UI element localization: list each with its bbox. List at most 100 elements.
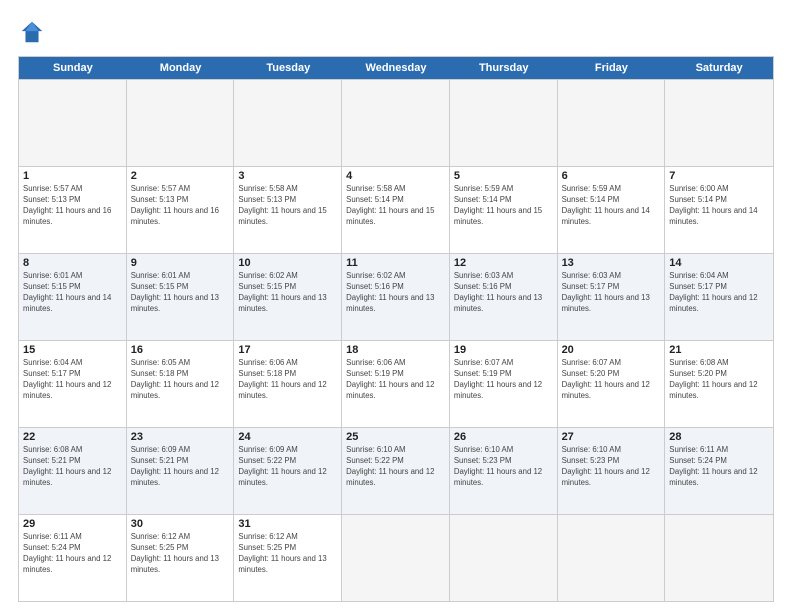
day-number: 22 <box>23 431 122 443</box>
calendar-cell-w1-d3: 4 Sunrise: 5:58 AMSunset: 5:14 PMDaylight… <box>342 167 450 253</box>
calendar-cell-w4-d2: 24 Sunrise: 6:09 AMSunset: 5:22 PMDayligh… <box>234 428 342 514</box>
day-detail: Sunrise: 6:04 AMSunset: 5:17 PMDaylight:… <box>669 271 769 315</box>
day-number: 16 <box>131 344 230 356</box>
calendar-cell-w1-d6: 7 Sunrise: 6:00 AMSunset: 5:14 PMDaylight… <box>665 167 773 253</box>
calendar-cell-w5-d1: 30 Sunrise: 6:12 AMSunset: 5:25 PMDayligh… <box>127 515 235 601</box>
calendar-cell-w2-d4: 12 Sunrise: 6:03 AMSunset: 5:16 PMDayligh… <box>450 254 558 340</box>
calendar-cell-w5-d3 <box>342 515 450 601</box>
calendar-cell-w2-d3: 11 Sunrise: 6:02 AMSunset: 5:16 PMDayligh… <box>342 254 450 340</box>
calendar-week-3: 15 Sunrise: 6:04 AMSunset: 5:17 PMDayligh… <box>19 340 773 427</box>
day-number: 4 <box>346 170 445 182</box>
day-detail: Sunrise: 6:00 AMSunset: 5:14 PMDaylight:… <box>669 184 769 228</box>
calendar-cell-w4-d3: 25 Sunrise: 6:10 AMSunset: 5:22 PMDayligh… <box>342 428 450 514</box>
header-monday: Monday <box>127 57 235 79</box>
day-detail: Sunrise: 6:08 AMSunset: 5:20 PMDaylight:… <box>669 358 769 402</box>
day-number: 20 <box>562 344 661 356</box>
day-detail: Sunrise: 6:02 AMSunset: 5:16 PMDaylight:… <box>346 271 445 315</box>
calendar-cell-w3-d3: 18Sunrise: 6:06 AMSunset: 5:19 PMDayligh… <box>342 341 450 427</box>
day-number: 21 <box>669 344 769 356</box>
day-detail: Sunrise: 6:05 AMSunset: 5:18 PMDaylight:… <box>131 358 230 402</box>
day-number: 17 <box>238 344 337 356</box>
day-number: 12 <box>454 257 553 269</box>
calendar-cell-w2-d0: 8 Sunrise: 6:01 AMSunset: 5:15 PMDaylight… <box>19 254 127 340</box>
day-detail: Sunrise: 6:08 AMSunset: 5:21 PMDaylight:… <box>23 445 122 489</box>
calendar-week-1: 1 Sunrise: 5:57 AMSunset: 5:13 PMDaylight… <box>19 166 773 253</box>
day-number: 13 <box>562 257 661 269</box>
calendar-cell-w3-d2: 17 Sunrise: 6:06 AMSunset: 5:18 PMDayligh… <box>234 341 342 427</box>
calendar-header: Sunday Monday Tuesday Wednesday Thursday… <box>19 57 773 79</box>
day-number: 10 <box>238 257 337 269</box>
header-wednesday: Wednesday <box>342 57 450 79</box>
day-detail: Sunrise: 6:11 AMSunset: 5:24 PMDaylight:… <box>23 532 122 576</box>
day-number: 19 <box>454 344 553 356</box>
calendar-cell-w1-d0: 1 Sunrise: 5:57 AMSunset: 5:13 PMDaylight… <box>19 167 127 253</box>
calendar-cell-w4-d5: 27 Sunrise: 6:10 AMSunset: 5:23 PMDayligh… <box>558 428 666 514</box>
day-detail: Sunrise: 6:11 AMSunset: 5:24 PMDaylight:… <box>669 445 769 489</box>
day-number: 8 <box>23 257 122 269</box>
calendar-cell-w5-d4 <box>450 515 558 601</box>
day-number: 11 <box>346 257 445 269</box>
day-detail: Sunrise: 6:06 AMSunset: 5:18 PMDaylight:… <box>238 358 337 402</box>
header-friday: Friday <box>558 57 666 79</box>
day-number: 29 <box>23 518 122 530</box>
calendar-cell-w5-d0: 29 Sunrise: 6:11 AMSunset: 5:24 PMDayligh… <box>19 515 127 601</box>
day-detail: Sunrise: 6:09 AMSunset: 5:22 PMDaylight:… <box>238 445 337 489</box>
day-detail: Sunrise: 6:09 AMSunset: 5:21 PMDaylight:… <box>131 445 230 489</box>
calendar-cell-w1-d5: 6Sunrise: 5:59 AMSunset: 5:14 PMDaylight… <box>558 167 666 253</box>
calendar-cell-w0-d2 <box>234 80 342 166</box>
calendar-cell-w3-d5: 20Sunrise: 6:07 AMSunset: 5:20 PMDayligh… <box>558 341 666 427</box>
calendar-cell-w4-d1: 23Sunrise: 6:09 AMSunset: 5:21 PMDayligh… <box>127 428 235 514</box>
day-number: 15 <box>23 344 122 356</box>
day-detail: Sunrise: 6:10 AMSunset: 5:22 PMDaylight:… <box>346 445 445 489</box>
calendar-cell-w0-d6 <box>665 80 773 166</box>
header-saturday: Saturday <box>665 57 773 79</box>
day-detail: Sunrise: 6:03 AMSunset: 5:16 PMDaylight:… <box>454 271 553 315</box>
day-number: 7 <box>669 170 769 182</box>
calendar-week-0 <box>19 79 773 166</box>
day-number: 26 <box>454 431 553 443</box>
calendar-cell-w1-d1: 2Sunrise: 5:57 AMSunset: 5:13 PMDaylight… <box>127 167 235 253</box>
day-number: 24 <box>238 431 337 443</box>
day-number: 3 <box>238 170 337 182</box>
header-sunday: Sunday <box>19 57 127 79</box>
day-detail: Sunrise: 6:03 AMSunset: 5:17 PMDaylight:… <box>562 271 661 315</box>
day-number: 14 <box>669 257 769 269</box>
day-detail: Sunrise: 6:02 AMSunset: 5:15 PMDaylight:… <box>238 271 337 315</box>
calendar-cell-w4-d6: 28 Sunrise: 6:11 AMSunset: 5:24 PMDayligh… <box>665 428 773 514</box>
day-number: 30 <box>131 518 230 530</box>
calendar-cell-w5-d2: 31Sunrise: 6:12 AMSunset: 5:25 PMDayligh… <box>234 515 342 601</box>
calendar-body: 1 Sunrise: 5:57 AMSunset: 5:13 PMDaylight… <box>19 79 773 601</box>
calendar-cell-w4-d0: 22 Sunrise: 6:08 AMSunset: 5:21 PMDayligh… <box>19 428 127 514</box>
day-number: 25 <box>346 431 445 443</box>
day-number: 18 <box>346 344 445 356</box>
day-detail: Sunrise: 5:58 AMSunset: 5:14 PMDaylight:… <box>346 184 445 228</box>
calendar-cell-w2-d6: 14 Sunrise: 6:04 AMSunset: 5:17 PMDayligh… <box>665 254 773 340</box>
day-detail: Sunrise: 6:04 AMSunset: 5:17 PMDaylight:… <box>23 358 122 402</box>
day-number: 1 <box>23 170 122 182</box>
day-number: 9 <box>131 257 230 269</box>
day-number: 28 <box>669 431 769 443</box>
calendar: Sunday Monday Tuesday Wednesday Thursday… <box>18 56 774 602</box>
calendar-cell-w3-d6: 21 Sunrise: 6:08 AMSunset: 5:20 PMDayligh… <box>665 341 773 427</box>
calendar-cell-w1-d4: 5Sunrise: 5:59 AMSunset: 5:14 PMDaylight… <box>450 167 558 253</box>
calendar-cell-w5-d5 <box>558 515 666 601</box>
calendar-cell-w5-d6 <box>665 515 773 601</box>
day-detail: Sunrise: 5:57 AMSunset: 5:13 PMDaylight:… <box>131 184 230 228</box>
day-detail: Sunrise: 5:59 AMSunset: 5:14 PMDaylight:… <box>562 184 661 228</box>
day-detail: Sunrise: 6:01 AMSunset: 5:15 PMDaylight:… <box>23 271 122 315</box>
calendar-cell-w2-d2: 10 Sunrise: 6:02 AMSunset: 5:15 PMDayligh… <box>234 254 342 340</box>
calendar-cell-w1-d2: 3Sunrise: 5:58 AMSunset: 5:13 PMDaylight… <box>234 167 342 253</box>
header <box>18 18 774 46</box>
calendar-cell-w2-d1: 9Sunrise: 6:01 AMSunset: 5:15 PMDaylight… <box>127 254 235 340</box>
day-detail: Sunrise: 6:10 AMSunset: 5:23 PMDaylight:… <box>562 445 661 489</box>
day-number: 27 <box>562 431 661 443</box>
calendar-cell-w0-d5 <box>558 80 666 166</box>
logo-icon <box>18 18 46 46</box>
day-detail: Sunrise: 5:57 AMSunset: 5:13 PMDaylight:… <box>23 184 122 228</box>
calendar-cell-w0-d0 <box>19 80 127 166</box>
calendar-cell-w0-d1 <box>127 80 235 166</box>
calendar-week-2: 8 Sunrise: 6:01 AMSunset: 5:15 PMDaylight… <box>19 253 773 340</box>
day-number: 5 <box>454 170 553 182</box>
day-detail: Sunrise: 6:12 AMSunset: 5:25 PMDaylight:… <box>131 532 230 576</box>
page: Sunday Monday Tuesday Wednesday Thursday… <box>0 0 792 612</box>
